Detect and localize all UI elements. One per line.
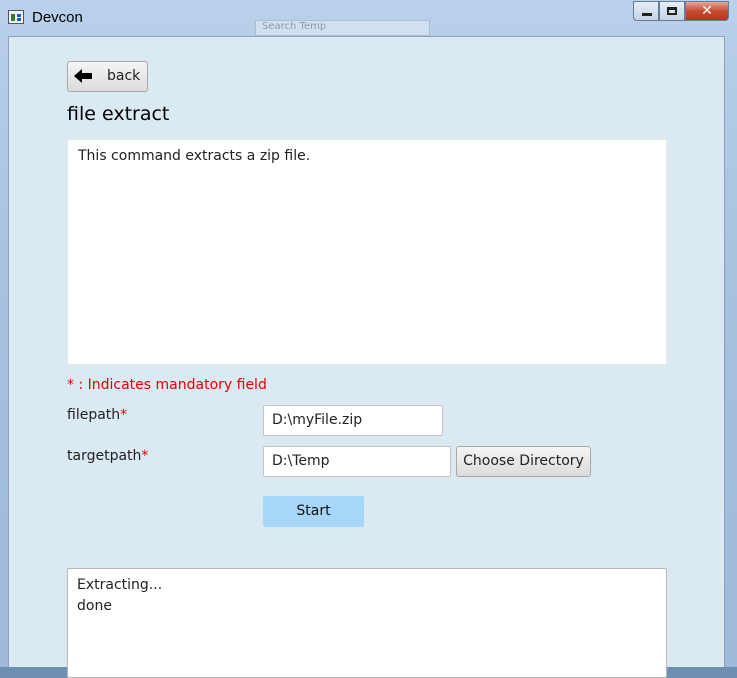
caption-buttons: ✕: [633, 1, 729, 21]
page-title: file extract: [67, 103, 170, 125]
back-arrow-icon: [74, 69, 92, 83]
targetpath-input[interactable]: D:\Temp: [263, 446, 451, 477]
client-area: back file extract This command extracts …: [8, 36, 725, 678]
required-marker: *: [141, 448, 149, 464]
title-bar[interactable]: Devcon Search Temp ✕: [0, 0, 737, 36]
back-button-label: back: [107, 68, 141, 84]
choose-directory-button[interactable]: Choose Directory: [456, 446, 591, 477]
minimize-icon: [642, 13, 652, 16]
description-box: This command extracts a zip file.: [67, 139, 667, 365]
log-line: done: [77, 598, 112, 614]
mandatory-field-note: * : Indicates mandatory field: [67, 377, 267, 393]
window-title: Devcon: [32, 9, 83, 26]
filepath-input[interactable]: D:\myFile.zip: [263, 405, 443, 436]
description-text: This command extracts a zip file.: [78, 148, 311, 164]
filepath-label-text: filepath: [67, 407, 121, 423]
maximize-icon: [667, 7, 677, 15]
required-marker: *: [120, 407, 128, 423]
close-icon: ✕: [701, 3, 713, 19]
targetpath-label: targetpath*: [67, 448, 148, 464]
start-button[interactable]: Start: [263, 496, 364, 527]
app-icon[interactable]: [8, 10, 24, 24]
close-button[interactable]: ✕: [685, 1, 729, 21]
log-line: Extracting...: [77, 577, 163, 593]
back-button[interactable]: back: [67, 61, 148, 92]
minimize-button[interactable]: [633, 1, 659, 21]
background-search-box: Search Temp: [255, 20, 430, 36]
filepath-label: filepath*: [67, 407, 127, 423]
targetpath-label-text: targetpath: [67, 448, 142, 464]
output-log[interactable]: Extracting... done: [67, 568, 667, 678]
app-window: Devcon Search Temp ✕ back file extract T…: [0, 0, 737, 678]
maximize-button[interactable]: [659, 1, 685, 21]
